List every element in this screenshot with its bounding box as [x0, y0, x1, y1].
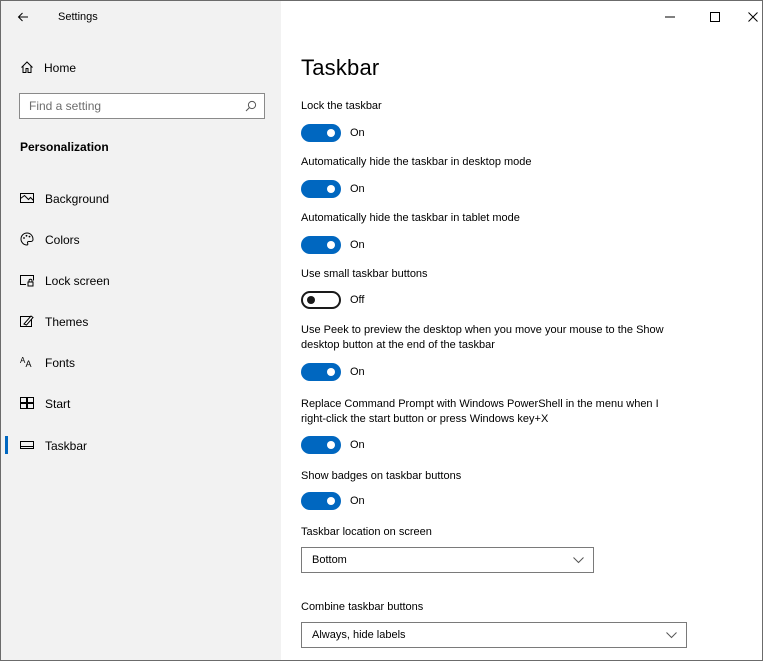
- sidebar-item-themes[interactable]: Themes: [1, 303, 281, 339]
- peek-label: Use Peek to preview the desktop when you…: [301, 324, 664, 351]
- auto-hide-desktop-label: Automatically hide the taskbar in deskto…: [301, 156, 532, 168]
- app-title: Settings: [58, 11, 98, 23]
- dropdown-value: Always, hide labels: [312, 629, 406, 641]
- fonts-icon: AA: [20, 356, 32, 369]
- maximize-button[interactable]: [700, 7, 730, 27]
- combine-buttons-dropdown[interactable]: Always, hide labels: [301, 622, 687, 648]
- combine-buttons-label: Combine taskbar buttons: [301, 601, 424, 613]
- small-buttons-toggle[interactable]: Off: [301, 291, 421, 309]
- close-icon: [748, 12, 758, 22]
- start-icon: [20, 397, 34, 409]
- small-buttons-label: Use small taskbar buttons: [301, 268, 428, 280]
- chevron-down-icon: [573, 557, 584, 564]
- sidebar-item-label: Fonts: [45, 356, 76, 370]
- sidebar-item-label: Colors: [45, 233, 80, 247]
- close-button[interactable]: [738, 7, 762, 27]
- sidebar-item-label: Background: [45, 192, 110, 206]
- toggle-knob: [327, 129, 335, 137]
- toggle-knob: [307, 296, 315, 304]
- lock-taskbar-label: Lock the taskbar: [301, 100, 382, 112]
- home-icon: [21, 61, 33, 73]
- auto-hide-tablet-label: Automatically hide the taskbar in tablet…: [301, 212, 520, 224]
- picture-icon: [20, 193, 34, 203]
- peek-toggle[interactable]: On: [301, 363, 421, 381]
- sidebar: Settings Home Personalization Background…: [1, 1, 281, 660]
- sidebar-item-fonts[interactable]: AA Fonts: [1, 344, 281, 380]
- toggle-knob: [327, 497, 335, 505]
- toggle-knob: [327, 185, 335, 193]
- themes-icon: [20, 315, 34, 327]
- sidebar-item-label: Lock screen: [45, 274, 110, 288]
- sidebar-item-lock-screen[interactable]: Lock screen: [1, 262, 281, 298]
- toggle-switch[interactable]: [301, 124, 341, 142]
- toggle-switch[interactable]: [301, 436, 341, 454]
- sidebar-item-taskbar[interactable]: Taskbar: [1, 427, 281, 463]
- toggle-state-label: Off: [350, 294, 365, 306]
- auto-hide-desktop-toggle[interactable]: On: [301, 180, 421, 198]
- sidebar-item-label: Themes: [45, 315, 89, 329]
- settings-window: Settings Home Personalization Background…: [0, 0, 763, 661]
- home-label: Home: [44, 61, 77, 75]
- dropdown-value: Bottom: [312, 554, 347, 566]
- sidebar-item-label: Start: [45, 397, 71, 411]
- sidebar-item-colors[interactable]: Colors: [1, 221, 281, 257]
- sidebar-item-start[interactable]: Start: [1, 385, 281, 421]
- taskbar-location-label: Taskbar location on screen: [301, 526, 432, 538]
- page-title: Taskbar: [301, 55, 380, 80]
- toggle-knob: [327, 441, 335, 449]
- back-arrow-icon: [17, 12, 28, 22]
- palette-icon: [20, 232, 34, 246]
- title-bar-left: Settings: [1, 1, 281, 33]
- toggle-switch[interactable]: [301, 363, 341, 381]
- powershell-toggle[interactable]: On: [301, 436, 421, 454]
- minimize-icon: [665, 16, 675, 18]
- auto-hide-tablet-toggle[interactable]: On: [301, 236, 421, 254]
- sidebar-item-background[interactable]: Background: [1, 180, 281, 216]
- back-button[interactable]: [11, 7, 35, 27]
- toggle-state-label: On: [350, 183, 365, 195]
- taskbar-location-dropdown[interactable]: Bottom: [301, 547, 594, 573]
- selection-indicator: [5, 436, 8, 454]
- search-box: [19, 93, 265, 119]
- toggle-state-label: On: [350, 439, 365, 451]
- lock-taskbar-toggle[interactable]: On: [301, 124, 421, 142]
- maximize-icon: [710, 12, 720, 22]
- toggle-switch[interactable]: [301, 180, 341, 198]
- lock-screen-icon: [20, 275, 34, 287]
- toggle-knob: [327, 368, 335, 376]
- powershell-label: Replace Command Prompt with Windows Powe…: [301, 398, 659, 425]
- minimize-button[interactable]: [655, 7, 685, 27]
- badges-toggle[interactable]: On: [301, 492, 421, 510]
- svg-text:A: A: [26, 359, 32, 369]
- home-nav-item[interactable]: Home: [1, 53, 281, 81]
- badges-label: Show badges on taskbar buttons: [301, 470, 462, 482]
- search-icon[interactable]: [245, 100, 257, 112]
- toggle-switch[interactable]: [301, 291, 341, 309]
- search-input[interactable]: [20, 94, 240, 118]
- toggle-state-label: On: [350, 127, 365, 139]
- chevron-down-icon: [666, 632, 677, 639]
- taskbar-icon: [20, 441, 34, 449]
- toggle-knob: [327, 241, 335, 249]
- toggle-switch[interactable]: [301, 236, 341, 254]
- toggle-state-label: On: [350, 495, 365, 507]
- main-pane: Taskbar Lock the taskbar On Automaticall…: [281, 1, 762, 660]
- toggle-switch[interactable]: [301, 492, 341, 510]
- toggle-state-label: On: [350, 239, 365, 251]
- sidebar-item-label: Taskbar: [45, 439, 88, 453]
- section-title: Personalization: [20, 140, 109, 154]
- toggle-state-label: On: [350, 366, 365, 378]
